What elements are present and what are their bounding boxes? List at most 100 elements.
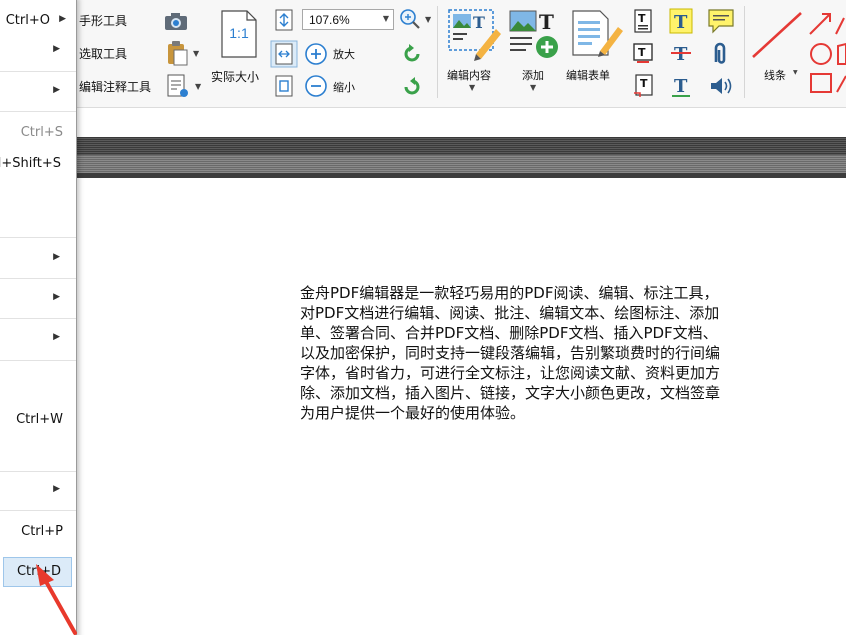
zoom-in-button[interactable]: 放大 — [333, 46, 355, 62]
hand-tool-button[interactable]: 手形工具 — [79, 12, 127, 29]
toolbar-band-top — [0, 137, 846, 155]
submenu-arrow-icon: ▶ — [53, 484, 60, 494]
fit-visible-icon[interactable] — [273, 74, 295, 98]
ribbon-toolbar: 手形工具 选取工具 编辑注释工具 ▼ ▼ 1:1 实际大小 107.6% ▼ 放… — [0, 0, 846, 108]
menu-shortcut: Ctrl+Shift+S — [0, 156, 61, 171]
arrow-shape-icon[interactable] — [809, 13, 831, 35]
menu-item-properties[interactable]: ▶ — [0, 324, 76, 354]
edit-form-button[interactable]: 编辑表单 — [566, 67, 610, 83]
menu-item-recent[interactable]: ▶ — [0, 36, 76, 66]
menu-separator — [0, 237, 76, 238]
svg-text:T: T — [539, 10, 554, 34]
edit-content-icon[interactable]: T — [446, 7, 502, 61]
paste-clipboard-icon[interactable] — [165, 40, 189, 66]
menu-separator — [0, 278, 76, 279]
svg-text:T: T — [473, 13, 485, 32]
menu-shortcut: Ctrl+O — [5, 13, 50, 28]
menu-item-export[interactable]: ▶ — [0, 244, 76, 274]
magnifier-icon[interactable] — [399, 8, 421, 30]
menu-shortcut: Ctrl+W — [16, 412, 63, 427]
lines-button[interactable]: 线条 — [764, 67, 786, 83]
add-dropdown-arrow-icon[interactable]: ▼ — [530, 83, 536, 92]
document-text-line: 字体，省时省力，可进行全文标注，让您阅读文献、资料更加方 — [300, 364, 721, 382]
underline-text-icon[interactable]: T — [669, 73, 693, 99]
document-text-line: 以及加密保护，同时支持一键段落编辑，告别繁琐费时的行间编 — [300, 344, 721, 362]
svg-text:T: T — [640, 77, 648, 90]
menu-separator — [0, 318, 76, 319]
note-comment-icon[interactable] — [707, 7, 735, 35]
paste-dropdown-arrow-icon[interactable]: ▼ — [193, 49, 199, 58]
ribbon-separator — [437, 6, 438, 98]
select-tool-button[interactable]: 选取工具 — [79, 45, 127, 62]
actual-size-icon-label: 1:1 — [229, 25, 249, 41]
menu-separator — [0, 111, 76, 112]
zoom-dropdown-arrow-icon[interactable]: ▼ — [383, 14, 389, 23]
add-content-icon[interactable]: T — [507, 7, 561, 61]
menu-separator — [0, 471, 76, 472]
menu-item-save-as[interactable]: Ctrl+Shift+S — [0, 149, 76, 179]
zoom-out-button[interactable]: 缩小 — [333, 79, 355, 95]
rotate-counterclockwise-icon[interactable] — [401, 42, 423, 64]
annotation-arrow-icon — [36, 564, 77, 635]
ribbon-separator — [744, 6, 745, 98]
submenu-arrow-icon: ▶ — [53, 292, 60, 302]
svg-text:T: T — [674, 12, 688, 33]
fit-width-icon[interactable] — [270, 40, 298, 68]
toolbar-band-middle — [0, 155, 846, 173]
text-field-icon[interactable]: T — [632, 8, 654, 34]
line-tool-icon[interactable] — [749, 9, 805, 61]
menu-item-open[interactable]: Ctrl+O ▶ — [0, 6, 76, 36]
menu-item-print[interactable]: Ctrl+P — [0, 517, 76, 547]
document-settings-icon[interactable] — [165, 73, 191, 99]
rotate-clockwise-icon[interactable] — [401, 75, 423, 97]
actual-size-button[interactable]: 实际大小 — [211, 68, 259, 85]
menu-shortcut: Ctrl+P — [21, 524, 63, 539]
svg-text:T: T — [638, 46, 646, 59]
svg-text:T: T — [674, 76, 688, 97]
zoom-in-icon[interactable] — [304, 42, 328, 66]
attachment-paperclip-icon[interactable] — [710, 40, 730, 68]
zoom-select[interactable]: 107.6% ▼ — [302, 9, 394, 30]
magnifier-dropdown-arrow-icon[interactable]: ▼ — [425, 15, 431, 24]
file-menu-dropdown: Ctrl+O ▶ ▶ ▶ Ctrl+S Ctrl+Shift+S ▶ ▶ ▶ C… — [0, 0, 77, 635]
zoom-value: 107.6% — [309, 13, 350, 27]
submenu-arrow-icon: ▶ — [53, 332, 60, 342]
text-box-field-icon[interactable]: T — [632, 40, 654, 66]
menu-separator — [0, 71, 76, 72]
menu-separator — [0, 360, 76, 361]
menu-item-create[interactable]: ▶ — [0, 77, 76, 107]
ellipse-shape-icon[interactable] — [810, 43, 832, 65]
lines-dropdown-arrow-icon[interactable]: ▼ — [793, 69, 798, 76]
document-text-line: 单、签署合同、合并PDF文档、删除PDF文档、插入PDF文档、 — [300, 324, 718, 342]
toolbar-band-bottom — [0, 173, 846, 178]
submenu-arrow-icon: ▶ — [59, 14, 66, 24]
menu-item-import[interactable]: ▶ — [0, 284, 76, 314]
snapshot-camera-icon[interactable] — [163, 10, 189, 32]
submenu-arrow-icon: ▶ — [53, 85, 60, 95]
menu-shortcut: Ctrl+S — [20, 125, 63, 140]
edit-content-button[interactable]: 编辑内容 — [447, 67, 491, 83]
rectangle-shape-icon[interactable] — [810, 73, 832, 93]
zoom-out-icon[interactable] — [304, 74, 328, 98]
submenu-arrow-icon: ▶ — [53, 44, 60, 54]
document-page-text: 金舟PDF编辑器是一款轻巧易用的PDF阅读、编辑、标注工具， 对PDF文档进行编… — [300, 283, 846, 423]
typewriter-field-icon[interactable]: T — [632, 73, 654, 99]
document-text-line: 金舟PDF编辑器是一款轻巧易用的PDF阅读、编辑、标注工具， — [300, 284, 719, 302]
edit-form-icon[interactable] — [570, 9, 624, 59]
sound-speaker-icon[interactable] — [708, 74, 736, 98]
edit-annotation-tool-button[interactable]: 编辑注释工具 — [79, 78, 151, 95]
pencil-shape-icon[interactable] — [836, 75, 846, 93]
menu-item-share[interactable]: ▶ — [0, 476, 76, 506]
polyline-shape-icon[interactable] — [835, 17, 845, 35]
add-button[interactable]: 添加 — [522, 67, 544, 83]
document-text-line: 对PDF文档进行编辑、阅读、批注、编辑文本、绘图标注、添加 — [300, 304, 720, 322]
polygon-shape-icon[interactable] — [837, 42, 846, 65]
fit-page-icon[interactable] — [273, 8, 295, 32]
edit-content-dropdown-arrow-icon[interactable]: ▼ — [469, 83, 475, 92]
document-text-line: 为用户提供一个最好的使用体验。 — [300, 404, 526, 422]
strikethrough-text-icon[interactable]: T — [669, 40, 693, 66]
menu-item-close[interactable]: Ctrl+W — [0, 405, 76, 435]
highlight-text-icon[interactable]: T — [669, 8, 693, 34]
menu-separator — [0, 510, 76, 511]
document-dropdown-arrow-icon[interactable]: ▼ — [195, 82, 201, 91]
